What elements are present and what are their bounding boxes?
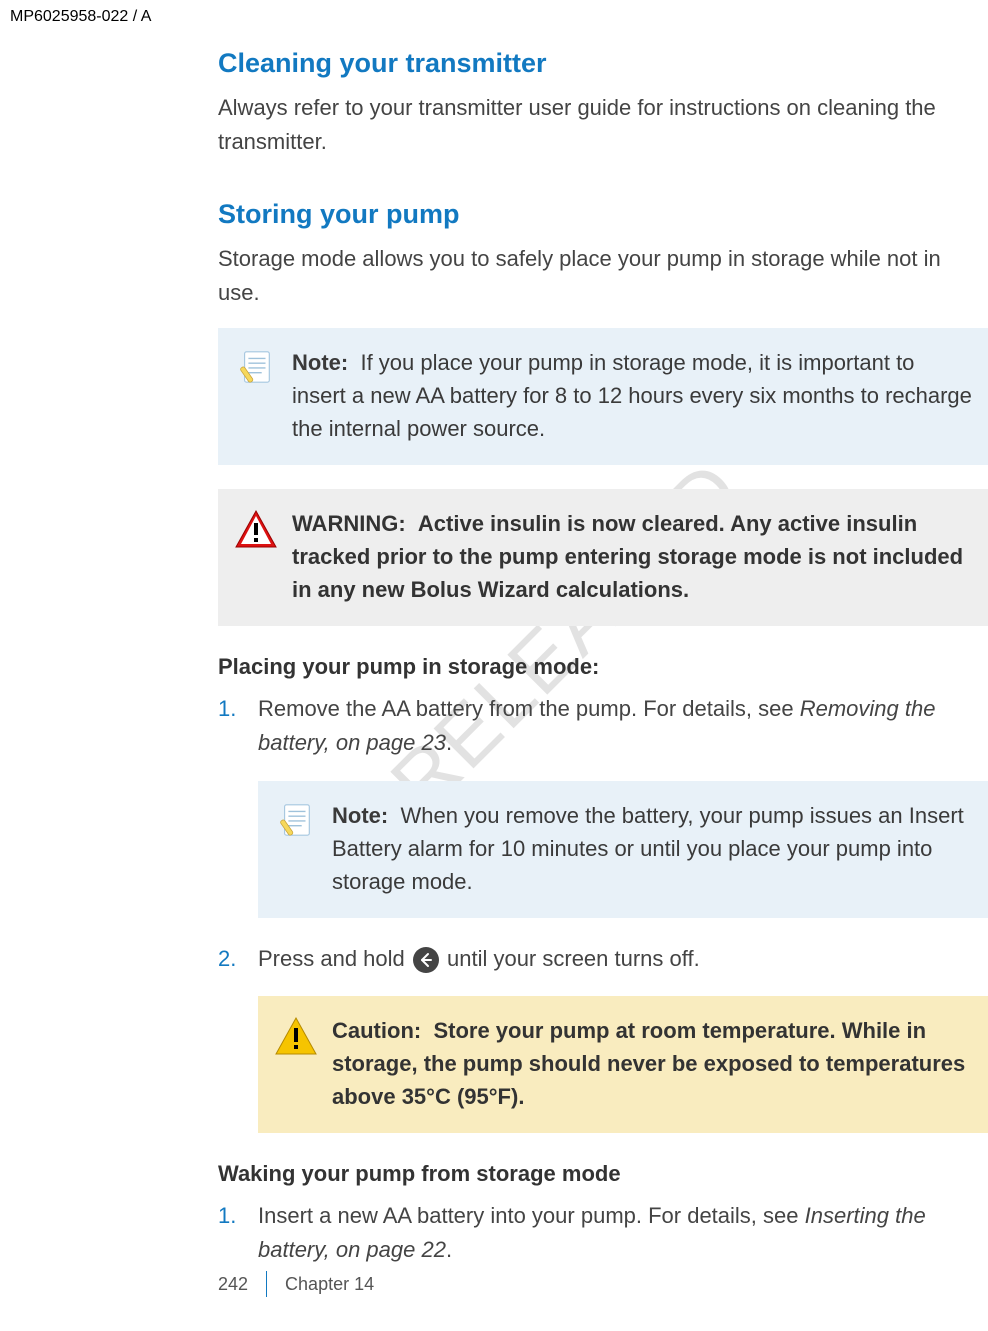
- subhead-placing: Placing your pump in storage mode:: [218, 654, 988, 680]
- note-callout-1: Note: If you place your pump in storage …: [218, 328, 988, 465]
- section-title-storing: Storing your pump: [218, 199, 988, 230]
- footer: 242 Chapter 14: [218, 1271, 374, 1297]
- caution-icon: [274, 1016, 318, 1056]
- step-1: Remove the AA battery from the pump. For…: [218, 692, 988, 917]
- warning-lead: WARNING:: [292, 511, 406, 536]
- doc-id: MP6025958-022 / A: [10, 8, 151, 26]
- footer-divider: [266, 1271, 267, 1297]
- page-number: 242: [218, 1274, 248, 1295]
- warning-callout: WARNING: Active insulin is now cleared. …: [218, 489, 988, 626]
- note-text-1: Note: If you place your pump in storage …: [292, 346, 972, 445]
- note-text-2: Note: When you remove the battery, your …: [332, 799, 972, 898]
- caution-text: Caution: Store your pump at room tempera…: [332, 1014, 972, 1113]
- caution-callout: Caution: Store your pump at room tempera…: [258, 996, 988, 1133]
- section-title-cleaning: Cleaning your transmitter: [218, 48, 988, 79]
- wake-step-1: Insert a new AA battery into your pump. …: [218, 1199, 988, 1267]
- step-2: Press and hold until your screen turns o…: [218, 942, 988, 1133]
- note-callout-2: Note: When you remove the battery, your …: [258, 781, 988, 918]
- section-body-storing: Storage mode allows you to safely place …: [218, 242, 988, 310]
- chapter-label: Chapter 14: [285, 1274, 374, 1295]
- caution-lead: Caution:: [332, 1018, 421, 1043]
- note-lead: Note:: [332, 803, 388, 828]
- subhead-waking: Waking your pump from storage mode: [218, 1161, 988, 1187]
- note-icon: [234, 348, 278, 386]
- warning-icon: [234, 509, 278, 549]
- note-lead: Note:: [292, 350, 348, 375]
- section-body-cleaning: Always refer to your transmitter user gu…: [218, 91, 988, 159]
- back-button-icon: [413, 947, 439, 973]
- warning-text: WARNING: Active insulin is now cleared. …: [292, 507, 972, 606]
- note-icon: [274, 801, 318, 839]
